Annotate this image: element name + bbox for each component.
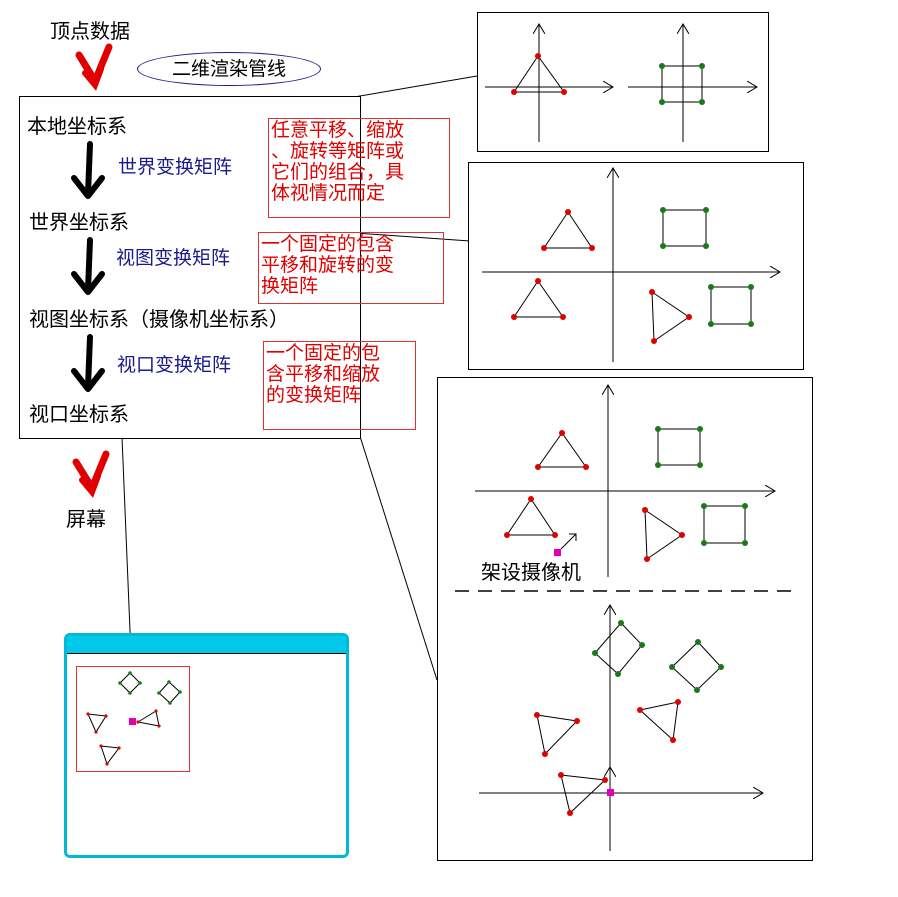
world-matrix-note: 任意平移、缩放 、旋转等矩阵或 它们的组合，具 体视情况而定 — [268, 118, 450, 218]
view-coord-label: 视图坐标系（摄像机坐标系） — [29, 307, 289, 331]
black-down-arrow-icon — [71, 334, 105, 392]
screen-window-titlebar — [67, 636, 346, 653]
vertex-data-title: 顶点数据 — [50, 19, 130, 43]
pipeline-label-ellipse: 二维渲染管线 — [137, 52, 321, 86]
viewport-coord-label: 视口坐标系 — [29, 402, 129, 426]
red-down-arrow-icon — [75, 43, 113, 91]
viewport-minimap — [76, 666, 190, 772]
view-matrix-label: 视图变换矩阵 — [116, 247, 231, 269]
local-coord-diagram — [485, 12, 769, 142]
viewport-matrix-note: 一个固定的包 含平移和缩放 的变换矩阵 — [263, 341, 416, 430]
local-coord-label: 本地坐标系 — [27, 114, 127, 138]
world-matrix-label: 世界变换矩阵 — [118, 156, 233, 178]
camera-label: 架设摄像机 — [481, 560, 581, 584]
black-down-arrow-icon — [71, 237, 105, 295]
view-matrix-note: 一个固定的包含 平移和旋转的变 换矩阵 — [258, 232, 444, 304]
pipeline-label: 二维渲染管线 — [171, 58, 286, 80]
black-down-arrow-icon — [71, 141, 105, 199]
red-down-arrow-icon — [72, 450, 110, 498]
viewport-matrix-label: 视口变换矩阵 — [117, 354, 232, 376]
screen-label: 屏幕 — [66, 507, 106, 531]
world-coord-diagram — [482, 162, 804, 362]
world-coord-label: 世界坐标系 — [29, 210, 129, 234]
view-coord-diagram — [455, 377, 795, 851]
